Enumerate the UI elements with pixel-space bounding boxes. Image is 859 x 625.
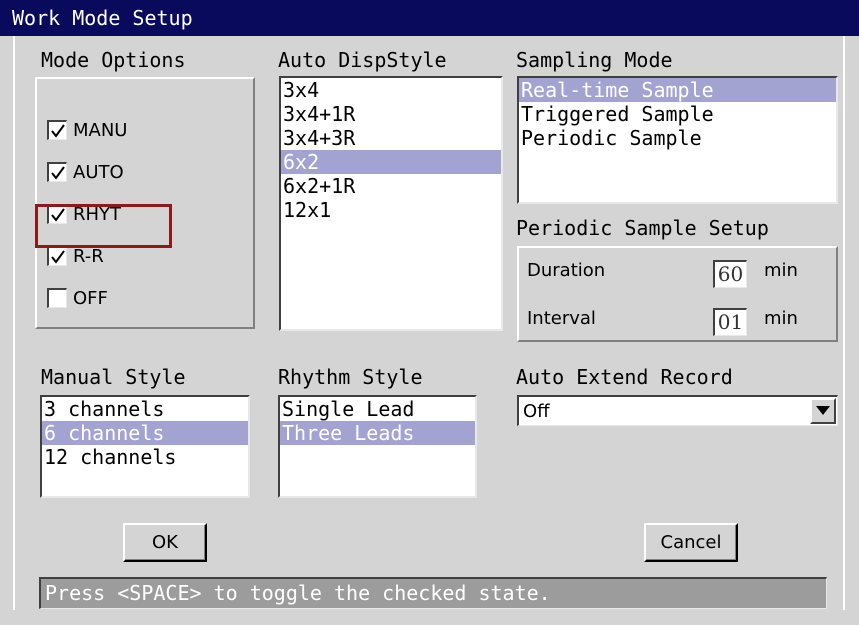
manual-style-item[interactable]: 12 channels <box>42 445 248 469</box>
sampling-mode-list[interactable]: Real-time Sample Triggered Sample Periodic… <box>517 76 838 204</box>
ok-button[interactable]: OK <box>123 523 207 562</box>
duration-unit: min <box>764 260 798 281</box>
mode-option-label: R-R <box>73 245 104 267</box>
status-bar: Press <SPACE> to toggle the checked stat… <box>39 577 827 609</box>
check-icon <box>51 250 65 264</box>
mode-option-label: OFF <box>73 287 108 309</box>
cancel-button[interactable]: Cancel <box>644 523 738 562</box>
auto-disp-style-item[interactable]: 3x4 <box>281 78 501 102</box>
periodic-sample-setup-group: Duration 60 min Interval 01 min <box>517 246 838 342</box>
auto-disp-style-item[interactable]: 12x1 <box>281 198 501 222</box>
mode-option-label: MANU <box>73 119 128 141</box>
rhythm-style-label: Rhythm Style <box>278 365 423 389</box>
interval-field[interactable]: 01 <box>713 308 747 336</box>
auto-disp-style-item[interactable]: 3x4+3R <box>281 126 501 150</box>
mode-option-4[interactable]: OFF <box>47 283 108 313</box>
mode-option-1[interactable]: AUTO <box>47 157 124 187</box>
sampling-mode-item[interactable]: Triggered Sample <box>519 102 836 126</box>
periodic-sample-setup-label: Periodic Sample Setup <box>516 216 769 240</box>
mode-option-label: AUTO <box>73 161 124 183</box>
auto-extend-record-combo[interactable]: Off <box>517 395 838 426</box>
auto-disp-style-list[interactable]: 3x4 3x4+1R 3x4+3R 6x2 6x2+1R 12x1 <box>279 76 503 331</box>
highlight-rr-box <box>35 204 172 248</box>
mode-options-group: MANU AUTO RHYT R-R OFF <box>35 77 255 329</box>
rhythm-style-item[interactable]: Three Leads <box>280 421 475 445</box>
checkbox[interactable] <box>47 120 67 140</box>
mode-options-label: Mode Options <box>41 48 186 72</box>
rhythm-style-item[interactable]: Single Lead <box>280 397 475 421</box>
mode-option-0[interactable]: MANU <box>47 115 127 145</box>
auto-extend-record-label: Auto Extend Record <box>516 365 733 389</box>
interval-unit: min <box>764 308 798 329</box>
sampling-mode-label: Sampling Mode <box>516 48 673 72</box>
check-icon <box>51 166 65 180</box>
window-title: Work Mode Setup <box>0 0 859 36</box>
auto-extend-record-value: Off <box>523 401 550 422</box>
auto-disp-style-item[interactable]: 6x2 <box>281 150 501 174</box>
checkbox[interactable] <box>47 162 67 182</box>
checkbox[interactable] <box>47 288 67 308</box>
check-icon <box>51 124 65 138</box>
triangle-down-icon <box>816 406 830 415</box>
manual-style-item[interactable]: 6 channels <box>42 421 248 445</box>
duration-field[interactable]: 60 <box>713 260 747 288</box>
sampling-mode-item[interactable]: Real-time Sample <box>519 78 836 102</box>
manual-style-list[interactable]: 3 channels 6 channels 12 channels <box>40 395 250 498</box>
sampling-mode-item[interactable]: Periodic Sample <box>519 126 836 150</box>
auto-disp-style-item[interactable]: 3x4+1R <box>281 102 501 126</box>
auto-disp-style-label: Auto DispStyle <box>278 48 447 72</box>
rhythm-style-list[interactable]: Single Lead Three Leads <box>278 395 477 498</box>
dropdown-button[interactable] <box>810 398 836 424</box>
checkbox[interactable] <box>47 246 67 266</box>
duration-label: Duration <box>527 260 606 281</box>
auto-disp-style-item[interactable]: 6x2+1R <box>281 174 501 198</box>
manual-style-label: Manual Style <box>41 365 186 389</box>
interval-label: Interval <box>527 308 596 329</box>
work-mode-dialog: Mode Options MANU AUTO RHYT R-R OFF Auto Dis… <box>13 36 845 610</box>
manual-style-item[interactable]: 3 channels <box>42 397 248 421</box>
